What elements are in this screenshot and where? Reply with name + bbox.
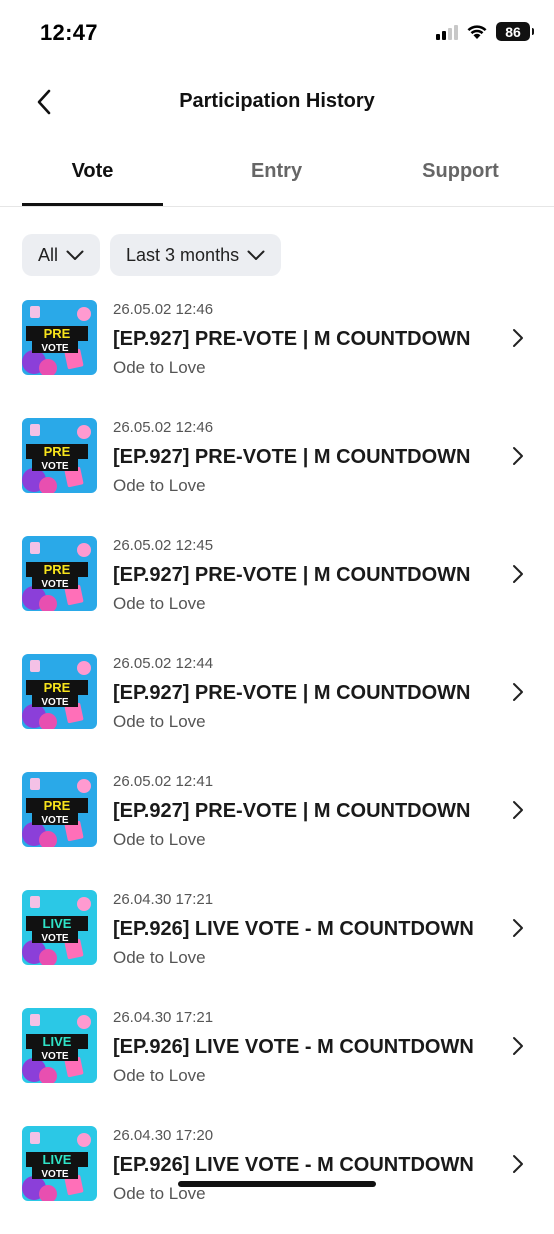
list-item[interactable]: PRE VOTE 26.05.02 12:45 [EP.927] PRE-VOT…: [0, 526, 554, 644]
page-title: Participation History: [179, 90, 375, 112]
tab-entry[interactable]: Entry: [206, 160, 347, 206]
thumb-line1: PRE: [44, 444, 71, 459]
active-tab-indicator: [22, 203, 163, 206]
tab-vote[interactable]: Vote: [22, 160, 163, 206]
item-date: 26.04.30 17:21: [113, 1009, 214, 1026]
thumb-line1: LIVE: [43, 916, 72, 931]
wifi-icon: [466, 24, 488, 40]
tab-bar: Vote Entry Support: [0, 148, 554, 207]
status-time: 12:47: [40, 20, 98, 45]
vote-thumbnail: PRE VOTE: [22, 418, 97, 493]
item-subtitle: Ode to Love: [113, 1066, 206, 1085]
vote-thumbnail: PRE VOTE: [22, 536, 97, 611]
thumb-line1: PRE: [44, 798, 71, 813]
period-filter-label: Last 3 months: [126, 244, 240, 265]
item-date: 26.05.02 12:46: [113, 419, 214, 436]
chevron-down-icon: [66, 250, 84, 260]
home-indicator: [178, 1181, 376, 1187]
type-filter-dropdown[interactable]: All: [22, 234, 101, 276]
thumb-line2: VOTE: [41, 1051, 69, 1062]
chevron-right-icon: [513, 919, 523, 937]
item-date: 26.05.02 12:46: [113, 301, 214, 318]
thumb-line2: VOTE: [41, 933, 69, 944]
vote-thumbnail: PRE VOTE: [22, 772, 97, 847]
item-date: 26.04.30 17:21: [113, 891, 214, 908]
tab-support[interactable]: Support: [390, 160, 531, 206]
status-icons: 86: [436, 22, 534, 41]
item-title: [EP.926] LIVE VOTE - M COUNTDOWN: [113, 1036, 474, 1058]
item-date: 26.04.30 17:20: [113, 1127, 214, 1144]
chevron-right-icon: [513, 683, 523, 701]
thumb-line1: PRE: [44, 680, 71, 695]
thumb-line2: VOTE: [41, 461, 69, 472]
chevron-down-icon: [247, 250, 265, 260]
vote-history-list: PRE VOTE 26.05.02 12:46 [EP.927] PRE-VOT…: [0, 290, 554, 1234]
chevron-right-icon: [513, 1155, 523, 1173]
item-title: [EP.927] PRE-VOTE | M COUNTDOWN: [113, 328, 471, 350]
chevron-right-icon: [513, 447, 523, 465]
type-filter-label: All: [38, 244, 59, 265]
battery-icon: 86: [496, 22, 534, 41]
chevron-right-icon: [513, 565, 523, 583]
status-bar: 12:47 86: [0, 0, 554, 66]
thumb-line1: LIVE: [43, 1034, 72, 1049]
list-item[interactable]: PRE VOTE 26.05.02 12:46 [EP.927] PRE-VOT…: [0, 408, 554, 526]
item-subtitle: Ode to Love: [113, 476, 206, 495]
item-title: [EP.927] PRE-VOTE | M COUNTDOWN: [113, 682, 471, 704]
item-title: [EP.927] PRE-VOTE | M COUNTDOWN: [113, 446, 471, 468]
list-item[interactable]: LIVE VOTE 26.04.30 17:21 [EP.926] LIVE V…: [0, 998, 554, 1116]
thumb-line1: LIVE: [43, 1152, 72, 1167]
header: Participation History: [0, 72, 554, 132]
thumb-line2: VOTE: [41, 343, 69, 354]
vote-thumbnail: LIVE VOTE: [22, 890, 97, 965]
item-subtitle: Ode to Love: [113, 830, 206, 849]
vote-thumbnail: LIVE VOTE: [22, 1008, 97, 1083]
thumb-line1: PRE: [44, 326, 71, 341]
thumb-line2: VOTE: [41, 697, 69, 708]
item-date: 26.05.02 12:44: [113, 655, 214, 672]
item-date: 26.05.02 12:41: [113, 773, 214, 790]
list-item[interactable]: PRE VOTE 26.05.02 12:41 [EP.927] PRE-VOT…: [0, 762, 554, 880]
vote-thumbnail: LIVE VOTE: [22, 1126, 97, 1201]
list-item[interactable]: LIVE VOTE 26.04.30 17:20 [EP.926] LIVE V…: [0, 1116, 554, 1234]
thumb-line2: VOTE: [41, 1169, 69, 1180]
vote-thumbnail: PRE VOTE: [22, 654, 97, 729]
item-title: [EP.926] LIVE VOTE - M COUNTDOWN: [113, 1154, 474, 1176]
item-title: [EP.927] PRE-VOTE | M COUNTDOWN: [113, 564, 471, 586]
list-item[interactable]: PRE VOTE 26.05.02 12:44 [EP.927] PRE-VOT…: [0, 644, 554, 762]
item-title: [EP.927] PRE-VOTE | M COUNTDOWN: [113, 800, 471, 822]
cellular-signal-icon: [436, 24, 458, 40]
thumb-line1: PRE: [44, 562, 71, 577]
item-subtitle: Ode to Love: [113, 948, 206, 967]
vote-thumbnail: PRE VOTE: [22, 300, 97, 375]
chevron-right-icon: [513, 329, 523, 347]
list-item[interactable]: LIVE VOTE 26.04.30 17:21 [EP.926] LIVE V…: [0, 880, 554, 998]
item-subtitle: Ode to Love: [113, 358, 206, 377]
chevron-right-icon: [513, 1037, 523, 1055]
item-subtitle: Ode to Love: [113, 712, 206, 731]
filter-bar: All Last 3 months: [22, 234, 282, 276]
period-filter-dropdown[interactable]: Last 3 months: [110, 234, 282, 276]
thumb-line2: VOTE: [41, 579, 69, 590]
thumb-line2: VOTE: [41, 815, 69, 826]
item-subtitle: Ode to Love: [113, 1184, 206, 1203]
item-date: 26.05.02 12:45: [113, 537, 214, 554]
item-title: [EP.926] LIVE VOTE - M COUNTDOWN: [113, 918, 474, 940]
item-subtitle: Ode to Love: [113, 594, 206, 613]
chevron-right-icon: [513, 801, 523, 819]
list-item[interactable]: PRE VOTE 26.05.02 12:46 [EP.927] PRE-VOT…: [0, 290, 554, 408]
